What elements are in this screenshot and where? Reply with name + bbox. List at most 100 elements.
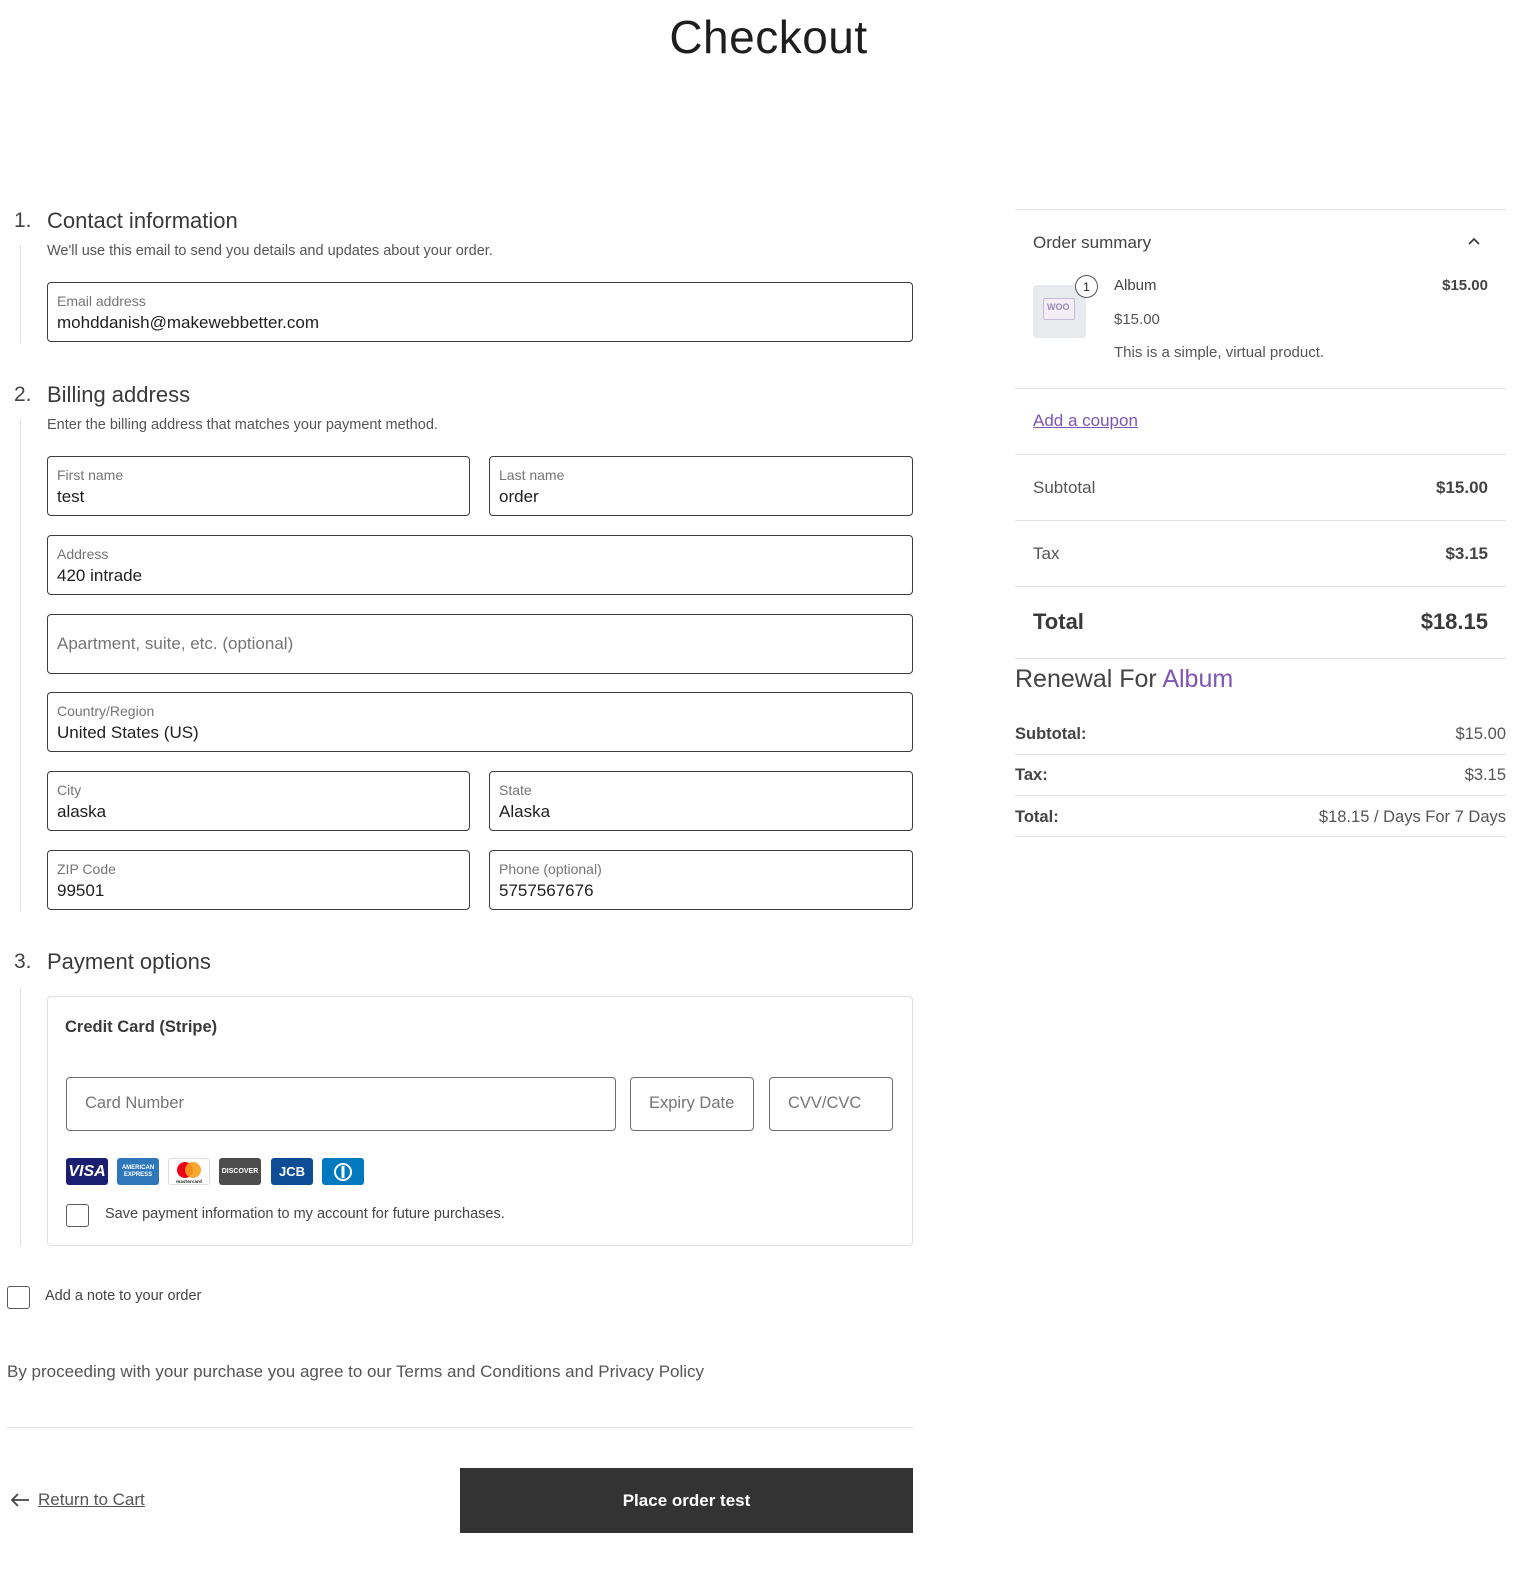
contact-title: Contact information	[47, 208, 238, 233]
email-value: mohddanish@makewebbetter.com	[57, 313, 320, 332]
terms-text: By proceeding with your purchase you agr…	[7, 1362, 705, 1381]
renewal-tax-label: Tax:	[1015, 766, 1048, 784]
diners-logo	[334, 1162, 352, 1181]
billing-description: Enter the billing address that matches y…	[47, 417, 438, 433]
jcb-label: JCB	[278, 1164, 305, 1179]
email-field[interactable]: Email address mohddanish@makewebbetter.c…	[47, 282, 913, 342]
add-coupon-link[interactable]: Add a coupon	[1033, 411, 1138, 431]
woo-logo-icon: WOO	[1043, 298, 1075, 320]
renewal-subtotal-label: Subtotal:	[1015, 725, 1087, 743]
discover-icon: DISCOVER	[219, 1158, 261, 1185]
sidebar-divider	[1015, 754, 1506, 755]
diners-club-icon	[322, 1158, 364, 1185]
payment-method-title: Credit Card (Stripe)	[65, 1018, 218, 1036]
item-unit-price: $15.00	[1114, 311, 1160, 328]
jcb-icon: JCB	[271, 1158, 313, 1185]
quantity-badge: 1	[1075, 275, 1098, 298]
tax-value: $3.15	[1445, 544, 1488, 563]
phone-value: 5757567676	[499, 881, 594, 900]
billing-title: Billing address	[47, 382, 191, 407]
mastercard-icon: mastercard	[168, 1158, 210, 1185]
total-value: $18.15	[1420, 609, 1488, 634]
first-name-field[interactable]: First name test	[47, 456, 470, 516]
country-value: United States (US)	[57, 723, 199, 742]
step-number: 2.	[14, 383, 32, 406]
city-field[interactable]: City alaska	[47, 771, 470, 831]
cvc-placeholder: CVV/CVC	[788, 1094, 862, 1112]
contact-description: We'll use this email to send you details…	[47, 243, 493, 259]
renewal-product-link[interactable]: Album	[1162, 665, 1233, 693]
save-payment-checkbox[interactable]	[66, 1204, 89, 1227]
state-select[interactable]: State Alaska	[489, 771, 913, 831]
item-line-total: $15.00	[1442, 277, 1488, 294]
zip-value: 99501	[57, 881, 105, 900]
mastercard-logo: mastercard	[176, 1161, 202, 1184]
chevron-up-icon[interactable]	[1466, 234, 1482, 255]
expiry-date-input[interactable]: Expiry Date	[630, 1077, 754, 1131]
address-field[interactable]: Address 420 intrade	[47, 535, 913, 595]
sidebar-divider	[1015, 209, 1506, 210]
first-name-value: test	[57, 487, 85, 506]
subtotal-value: $15.00	[1436, 478, 1488, 497]
card-number-placeholder: Card Number	[85, 1094, 185, 1112]
sidebar-divider	[1015, 454, 1506, 455]
order-summary-title: Order summary	[1033, 233, 1152, 252]
arrow-left-icon	[10, 1493, 29, 1507]
cvc-input[interactable]: CVV/CVC	[769, 1077, 893, 1131]
total-label: Total	[1033, 609, 1084, 634]
sidebar-divider	[1015, 586, 1506, 587]
mastercard-text: mastercard	[176, 1179, 202, 1184]
amex-icon: AMERICAN EXPRESS	[117, 1158, 159, 1185]
renewal-total-value: $18.15 / Days For 7 Days	[1318, 808, 1506, 826]
payment-title: Payment options	[47, 949, 211, 974]
apartment-field[interactable]: Apartment, suite, etc. (optional)	[47, 614, 913, 674]
amex-label: AMERICAN EXPRESS	[121, 1164, 155, 1178]
state-label: State	[499, 782, 532, 798]
page-title: Checkout	[669, 11, 868, 63]
return-to-cart-label: Return to Cart	[38, 1490, 145, 1509]
renewal-tax-value: $3.15	[1464, 766, 1506, 784]
sidebar-divider	[1015, 836, 1506, 837]
visa-icon: VISA	[66, 1158, 108, 1185]
discover-label: DISCOVER	[221, 1168, 259, 1175]
expiry-placeholder: Expiry Date	[649, 1094, 735, 1112]
address-value: 420 intrade	[57, 566, 143, 585]
step-line	[20, 245, 21, 343]
sidebar-divider	[1015, 388, 1506, 389]
subtotal-label: Subtotal	[1033, 478, 1096, 497]
country-label: Country/Region	[57, 703, 155, 719]
visa-label: VISA	[68, 1162, 106, 1180]
footer-divider	[7, 1427, 913, 1428]
sidebar-divider	[1015, 658, 1506, 659]
renewal-subtotal-value: $15.00	[1455, 725, 1506, 743]
country-select[interactable]: Country/Region United States (US)	[47, 692, 913, 752]
order-note-label: Add a note to your order	[45, 1288, 202, 1304]
step-line	[20, 988, 21, 1246]
return-to-cart-link[interactable]: Return to Cart	[10, 1490, 145, 1510]
last-name-field[interactable]: Last name order	[489, 456, 913, 516]
renewal-total-label: Total:	[1015, 808, 1059, 826]
step-number: 1.	[14, 209, 32, 232]
email-label: Email address	[57, 293, 146, 309]
renewal-title-prefix: Renewal For	[1015, 665, 1157, 693]
phone-label: Phone (optional)	[499, 861, 602, 877]
place-order-button[interactable]: Place order test	[460, 1468, 913, 1533]
zip-field[interactable]: ZIP Code 99501	[47, 850, 470, 910]
item-name: Album	[1114, 277, 1157, 294]
first-name-label: First name	[57, 467, 124, 483]
tax-label: Tax	[1033, 544, 1060, 563]
save-payment-label: Save payment information to my account f…	[105, 1206, 505, 1222]
step-number: 3.	[14, 950, 32, 973]
phone-field[interactable]: Phone (optional) 5757567676	[489, 850, 913, 910]
city-value: alaska	[57, 802, 107, 821]
last-name-label: Last name	[499, 467, 565, 483]
woo-logo-text: WOO	[1047, 302, 1070, 312]
order-note-checkbox[interactable]	[7, 1286, 30, 1309]
step-line	[20, 419, 21, 911]
state-value: Alaska	[499, 802, 551, 821]
item-description: This is a simple, virtual product.	[1114, 344, 1325, 361]
sidebar-divider	[1015, 520, 1506, 521]
sidebar-divider	[1015, 795, 1506, 796]
address-label: Address	[57, 546, 109, 562]
card-number-input[interactable]: Card Number	[66, 1077, 616, 1131]
